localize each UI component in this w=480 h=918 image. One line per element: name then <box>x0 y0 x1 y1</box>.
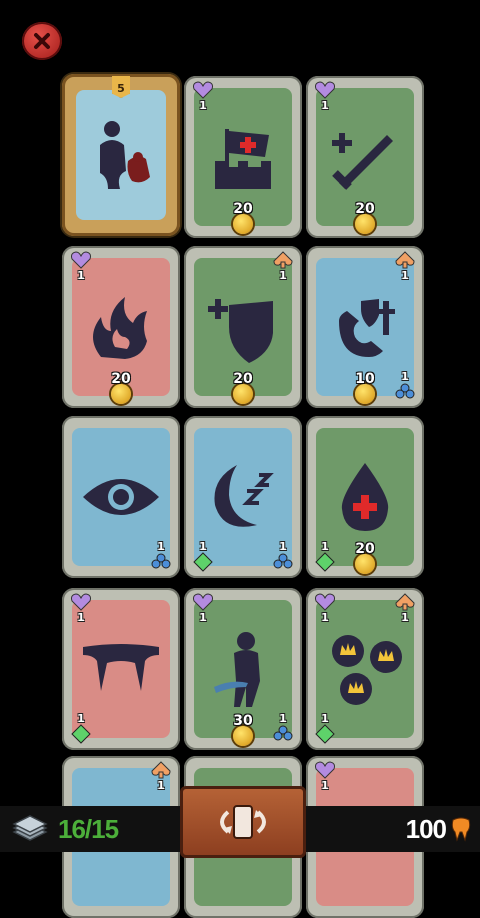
club-icon <box>151 553 171 569</box>
card-magnet[interactable]: 1 10 1 <box>306 246 424 408</box>
club-badge: 1 <box>150 541 172 572</box>
coin-icon <box>233 726 253 746</box>
close-icon <box>34 33 50 49</box>
coin-icon <box>233 214 253 234</box>
card-eye[interactable]: 1 <box>62 416 180 578</box>
spade-icon <box>395 593 415 611</box>
card-sword[interactable]: 1 20 <box>306 76 424 238</box>
card-blood[interactable]: 1 20 <box>306 416 424 578</box>
club-badge: 1 <box>272 713 294 744</box>
heart-icon <box>315 81 335 99</box>
heart-icon <box>315 593 335 611</box>
coin-cost: 20 <box>221 372 265 404</box>
deck-count: 16/15 <box>58 814 119 844</box>
hero-silhouette-icon <box>86 115 156 195</box>
diamond-icon <box>71 724 91 744</box>
card-crowns[interactable]: 1 1 1 <box>306 588 424 750</box>
spade-badge: 1 <box>150 760 172 791</box>
coin-cost: 30 <box>221 714 265 746</box>
spade-badge: 1 <box>272 250 294 281</box>
heart-badge: 1 <box>192 80 214 111</box>
club-icon <box>273 725 293 741</box>
diamond-badge: 1 <box>314 713 336 744</box>
card-castle[interactable]: 1 20 <box>184 76 302 238</box>
card-fire[interactable]: 1 20 <box>62 246 180 408</box>
eye-icon <box>79 467 163 527</box>
diamond-badge: 1 <box>314 541 336 572</box>
coin-cost: 10 <box>343 372 387 404</box>
coin-cost: 20 <box>221 202 265 234</box>
spade-icon <box>151 761 171 779</box>
fangs-icon <box>79 639 163 699</box>
spade-icon <box>273 251 293 269</box>
spade-badge: 1 <box>394 250 416 281</box>
crown-coins-icon <box>320 627 410 711</box>
magnet-shield-icon <box>325 287 405 367</box>
coin-icon <box>111 384 131 404</box>
level-banner: 5 <box>112 76 130 98</box>
card-ninja[interactable]: 1 30 1 <box>184 588 302 750</box>
heart-icon <box>71 251 91 269</box>
coin-icon <box>233 384 253 404</box>
castle-flag-icon <box>203 117 283 197</box>
close-button[interactable] <box>22 22 62 60</box>
shuffle-icon <box>220 805 266 839</box>
heart-badge: 1 <box>314 80 336 111</box>
card-sleep[interactable]: 1 1 <box>184 416 302 578</box>
sword-plus-icon <box>325 117 405 197</box>
coin-cost: 20 <box>343 202 387 234</box>
deck-stack-icon[interactable] <box>10 812 50 846</box>
diamond-badge: 1 <box>70 713 92 744</box>
heart-icon <box>193 81 213 99</box>
shield-plus-icon <box>203 287 283 367</box>
fire-icon <box>81 287 161 367</box>
teeth-count: 100 <box>405 814 447 844</box>
coin-cost: 20 <box>99 372 143 404</box>
shuffle-button[interactable] <box>180 786 306 858</box>
diamond-badge: 1 <box>192 541 214 572</box>
ninja-icon <box>208 627 278 711</box>
bottom-hud: 16/15 100 <box>0 786 480 858</box>
club-icon <box>273 553 293 569</box>
tooth-icon <box>451 817 471 842</box>
card-hero[interactable]: 5 <box>62 74 180 236</box>
spade-badge: 1 <box>394 592 416 623</box>
heart-icon <box>71 593 91 611</box>
diamond-icon <box>315 552 335 572</box>
heart-badge: 1 <box>192 592 214 623</box>
spade-icon <box>395 251 415 269</box>
coin-icon <box>355 384 375 404</box>
club-badge: 1 <box>272 541 294 572</box>
diamond-icon <box>315 724 335 744</box>
heart-badge: 1 <box>314 760 336 791</box>
club-icon <box>395 383 415 399</box>
moon-sleep-icon <box>201 455 285 539</box>
card-fangs[interactable]: 1 1 <box>62 588 180 750</box>
heart-badge: 1 <box>314 592 336 623</box>
card-shield[interactable]: 1 20 <box>184 246 302 408</box>
diamond-icon <box>193 552 213 572</box>
heart-icon <box>315 761 335 779</box>
heart-badge: 1 <box>70 250 92 281</box>
club-badge: 1 <box>394 371 416 402</box>
coin-cost: 20 <box>343 542 387 574</box>
heart-badge: 1 <box>70 592 92 623</box>
coin-icon <box>355 554 375 574</box>
heart-icon <box>193 593 213 611</box>
blood-drop-icon <box>330 457 400 537</box>
coin-icon <box>355 214 375 234</box>
